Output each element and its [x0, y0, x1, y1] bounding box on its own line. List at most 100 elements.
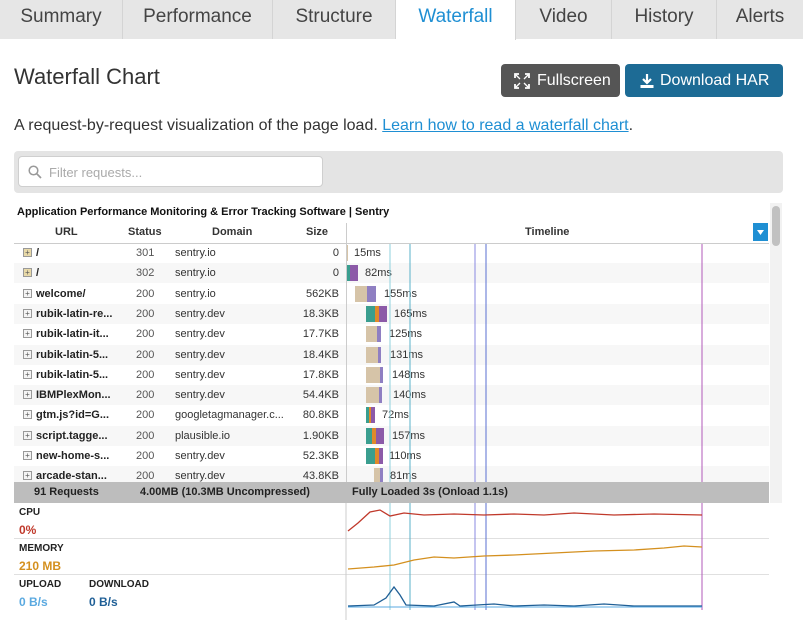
filter-requests-input[interactable]: [49, 162, 314, 182]
request-status: 200: [136, 287, 155, 300]
expand-row-icon[interactable]: +: [23, 410, 32, 420]
timing-bar: [366, 326, 377, 343]
request-duration: 125ms: [389, 328, 423, 341]
request-domain: sentry.dev: [175, 348, 225, 361]
timeline-divider: [346, 223, 347, 485]
summary-size: 4.00MB (10.3MB Uncompressed): [140, 486, 310, 498]
table-row[interactable]: + rubik-latin-it... 200 sentry.dev 17.7KB 125…: [14, 324, 769, 344]
request-duration: 157ms: [392, 429, 426, 442]
request-status: 200: [136, 368, 155, 381]
header-timeline[interactable]: Timeline: [525, 226, 569, 238]
expand-row-icon[interactable]: +: [23, 390, 32, 400]
table-row[interactable]: + gtm.js?id=G... 200 googletagmanager.c... 8…: [14, 405, 769, 425]
header-domain[interactable]: Domain: [212, 226, 252, 238]
request-duration: 15ms: [354, 247, 381, 259]
request-url: rubik-latin-re...: [36, 307, 113, 320]
request-domain: sentry.io: [175, 267, 216, 280]
request-url: script.tagge...: [36, 429, 108, 442]
header-url[interactable]: URL: [55, 226, 78, 238]
summary-requests: 91 Requests: [34, 486, 99, 498]
timing-bar: [366, 366, 380, 383]
table-row[interactable]: + rubik-latin-5... 200 sentry.dev 18.4KB 131m…: [14, 344, 769, 365]
request-duration: 140ms: [393, 389, 427, 402]
request-domain: plausible.io: [175, 429, 231, 442]
timing-bar: [366, 305, 375, 322]
request-domain: sentry.dev: [175, 368, 225, 381]
request-domain: sentry.dev: [175, 470, 225, 483]
learn-waterfall-link[interactable]: Learn how to read a waterfall chart: [382, 117, 628, 134]
tab-waterfall[interactable]: Waterfall: [396, 0, 516, 40]
tab-performance[interactable]: Performance: [123, 0, 273, 39]
expand-row-icon[interactable]: +: [23, 288, 32, 298]
download-har-button[interactable]: Download HAR: [625, 64, 783, 97]
table-row[interactable]: + / 302 sentry.io 0 82ms: [14, 263, 769, 284]
tab-summary[interactable]: Summary: [0, 0, 123, 39]
request-size: 0: [332, 247, 339, 259]
request-url: gtm.js?id=G...: [36, 409, 110, 422]
request-domain: sentry.dev: [175, 389, 225, 402]
request-status: 200: [136, 470, 155, 483]
timeline-dropdown[interactable]: [753, 223, 768, 241]
expand-row-icon[interactable]: +: [23, 248, 32, 257]
timing-bar: [379, 448, 383, 464]
header-size[interactable]: Size: [306, 226, 328, 238]
timing-bar: [366, 346, 378, 363]
table-row[interactable]: + IBMPlexMon... 200 sentry.dev 54.4KB 140ms: [14, 385, 769, 406]
table-row[interactable]: + welcome/200 sentry.io 562KB 155ms: [14, 284, 769, 304]
tab-structure[interactable]: Structure: [273, 0, 396, 39]
download-icon: [640, 74, 654, 88]
header-status[interactable]: Status: [128, 226, 162, 238]
waterfall-scroll-thumb[interactable]: [772, 206, 780, 246]
waterfall-scrollbar[interactable]: [770, 203, 782, 503]
expand-icon: [514, 73, 530, 89]
search-icon: [28, 165, 42, 179]
timing-bar: [380, 366, 383, 383]
summary-bar: 91 Requests 4.00MB (10.3MB Uncompressed)…: [14, 482, 769, 503]
expand-row-icon[interactable]: +: [23, 430, 32, 440]
table-row[interactable]: + rubik-latin-5... 200 sentry.dev 17.8KB 148m…: [14, 365, 769, 385]
fullscreen-button[interactable]: Fullscreen: [501, 64, 620, 97]
request-duration: 148ms: [392, 368, 426, 381]
request-status: 200: [136, 328, 155, 341]
timing-bar: [379, 305, 387, 322]
request-status: 301: [136, 247, 155, 259]
memory-line: [347, 545, 703, 570]
request-url: IBMPlexMon...: [36, 389, 111, 402]
timing-bar: [377, 326, 381, 343]
waterfall-page-title: Application Performance Monitoring & Err…: [17, 206, 390, 218]
table-row[interactable]: + rubik-latin-re... 200 sentry.dev 18.3KB 165…: [14, 303, 769, 324]
request-duration: 81ms: [390, 470, 417, 483]
tab-alerts[interactable]: Alerts: [717, 0, 803, 39]
expand-row-icon[interactable]: +: [23, 349, 32, 359]
table-row[interactable]: + new-home-s... 200 sentry.dev 52.3KB 110ms: [14, 446, 769, 466]
request-duration: 82ms: [365, 267, 392, 280]
download-har-label: Download HAR: [660, 72, 770, 89]
request-status: 302: [136, 267, 155, 280]
expand-row-icon[interactable]: +: [23, 471, 32, 481]
timing-bar: [367, 285, 376, 302]
expand-row-icon[interactable]: +: [23, 369, 32, 379]
request-size: 562KB: [305, 287, 339, 300]
request-size: 18.4KB: [302, 348, 339, 361]
download-line: [347, 585, 702, 607]
tab-history[interactable]: History: [612, 0, 717, 39]
expand-row-icon[interactable]: +: [23, 451, 32, 460]
request-size: 52.3KB: [302, 450, 339, 462]
expand-row-icon[interactable]: +: [23, 268, 32, 278]
request-size: 80.8KB: [302, 409, 339, 422]
tab-video[interactable]: Video: [516, 0, 612, 39]
request-domain: sentry.dev: [175, 328, 225, 341]
page-title: Waterfall Chart: [14, 64, 160, 89]
fullscreen-label: Fullscreen: [537, 72, 611, 89]
request-size: 43.8KB: [302, 470, 339, 483]
expand-row-icon[interactable]: +: [23, 329, 32, 339]
filter-bar: [14, 151, 783, 193]
request-url: arcade-stan...: [36, 470, 107, 483]
request-url: rubik-latin-5...: [36, 368, 109, 381]
table-row[interactable]: + / 301 sentry.io 0 15ms: [14, 243, 769, 263]
request-domain: sentry.io: [175, 247, 216, 259]
expand-row-icon[interactable]: +: [23, 308, 32, 318]
request-url: /: [36, 247, 40, 259]
request-duration: 155ms: [384, 287, 418, 300]
table-row[interactable]: + script.tagge... 200 plausible.io 1.90KB 157…: [14, 425, 769, 446]
